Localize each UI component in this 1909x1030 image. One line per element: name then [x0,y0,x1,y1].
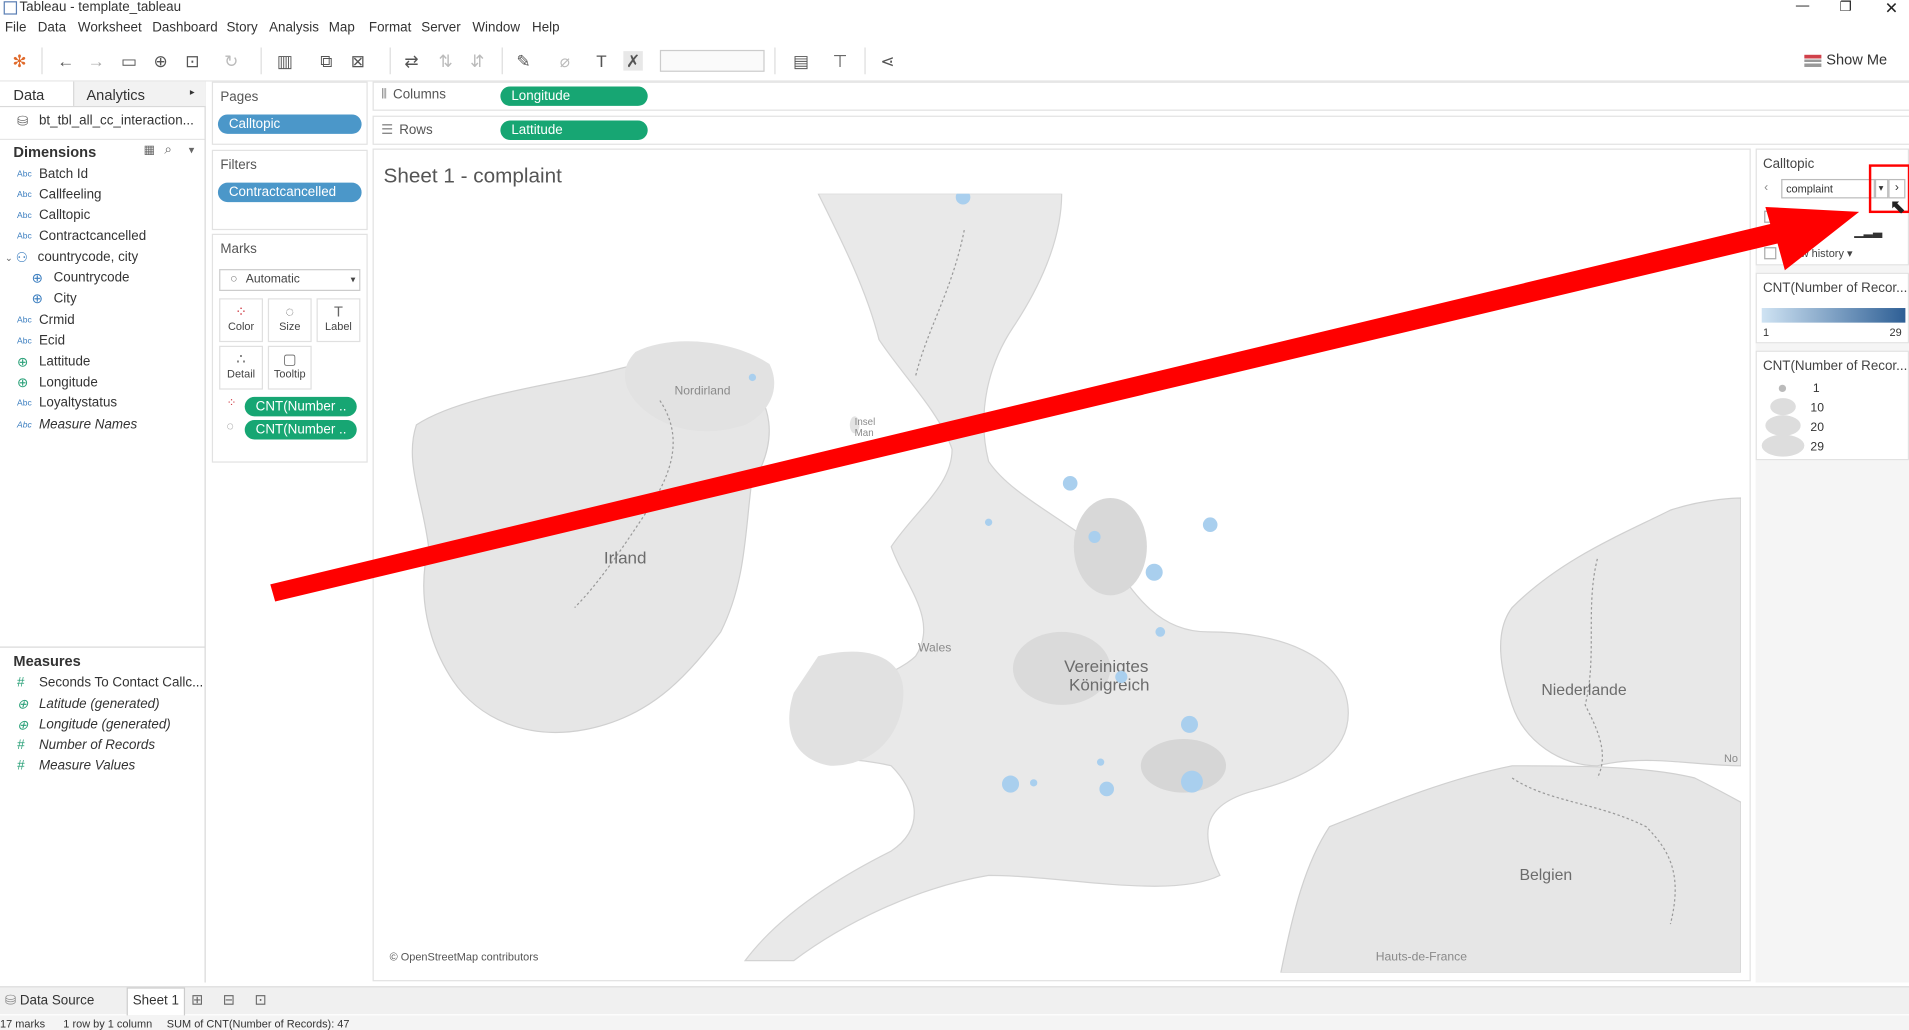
new-worksheet-tab-icon[interactable]: ⊞ [191,991,203,1008]
sheet1-tab[interactable]: Sheet 1 [126,987,186,1017]
annotation-arrow [270,206,1860,602]
new-story-tab-icon[interactable]: ⊡ [254,991,266,1008]
tableau-window: Tableau - template_tableau — ❐ ✕ File Da… [0,0,1909,1030]
status-bar: 17 marks 1 row by 1 column SUM of CNT(Nu… [0,1015,1909,1030]
status-rows: 1 row by 1 column [63,1017,153,1030]
status-marks: 17 marks [0,1017,46,1030]
datasource-tab-icon: ⛁ [4,993,17,1009]
arrow-shape [270,206,1860,602]
mouse-cursor-icon: ⬉ [1889,197,1906,218]
new-dashboard-tab-icon[interactable]: ⊟ [223,991,235,1008]
data-source-tab[interactable]: ⛁ Data Source [0,990,122,1012]
status-sum: SUM of CNT(Number of Records): 47 [166,1017,350,1030]
sheet-tabs-bar: ⛁ Data Source Sheet 1 ⊞ ⊟ ⊡ [0,986,1909,1017]
